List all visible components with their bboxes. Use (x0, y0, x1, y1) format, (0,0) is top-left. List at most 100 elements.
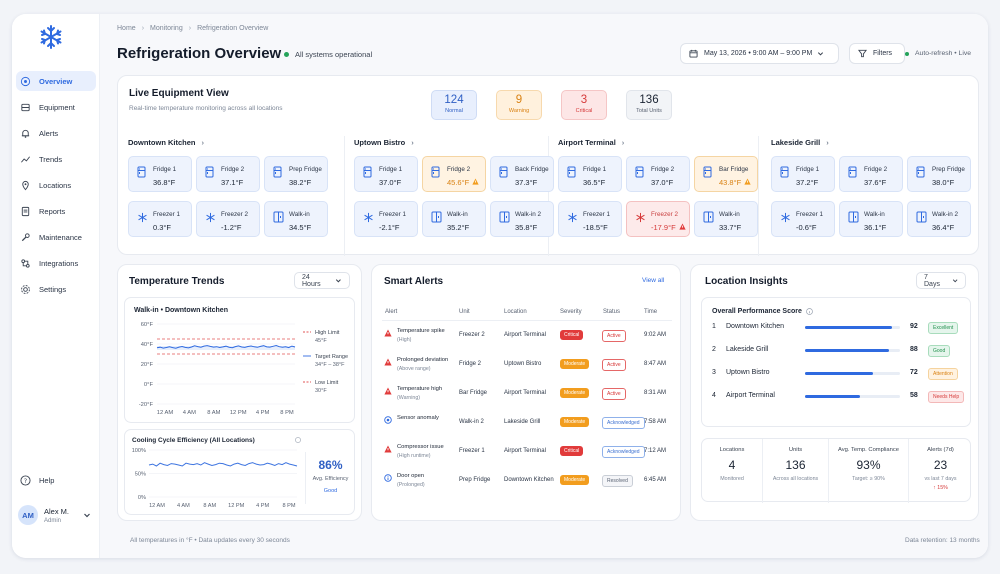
walk-in-icon (916, 210, 927, 228)
alert-row[interactable]: Temperature high (Warning) Bar Fridge Airpo… (382, 383, 672, 411)
alert-unit: Bar Fridge (459, 390, 488, 396)
sidebar-item-reports[interactable]: Reports (16, 201, 96, 221)
performance-row[interactable]: 1 Downtown Kitchen 92 Excellent (712, 322, 959, 337)
x-tick-label: 4 AM (183, 410, 196, 416)
equipment-tile[interactable]: Fridge 2 37.6°F (839, 156, 903, 192)
equipment-tile[interactable]: Walk-in 35.2°F (422, 201, 486, 237)
equipment-icon (21, 103, 30, 111)
location-header[interactable]: Uptown Bistro › (354, 138, 414, 147)
alert-detail: (Warning) (397, 395, 421, 401)
equipment-temp-value: -0.6°F (796, 223, 817, 232)
equipment-temp: 0.3°F (153, 223, 171, 232)
equipment-tile[interactable]: Freezer 2 -17.9°F (626, 201, 690, 237)
sidebar-item-equipment[interactable]: Equipment (16, 97, 96, 117)
alert-title: Temperature high (397, 386, 443, 392)
equipment-name: Walk-in (864, 211, 885, 218)
equipment-temp-value: 36.4°F (932, 223, 955, 232)
fridge-icon (363, 165, 372, 183)
equipment-temp: -0.6°F (796, 223, 817, 232)
temperature-trends-card: Temperature Trends 24 Hours Walk-in • Do… (117, 264, 362, 521)
equipment-tile[interactable]: Walk-in 2 35.8°F (490, 201, 554, 237)
alert-row[interactable]: Compressor issue (High runtime) Freezer 1 A… (382, 441, 672, 469)
equipment-tile[interactable]: Walk-in 36.1°F (839, 201, 903, 237)
equipment-tile[interactable]: Fridge 1 37.2°F (771, 156, 835, 192)
equipment-tile[interactable]: Prep Fridge 38.2°F (264, 156, 328, 192)
alert-row[interactable]: Temperature spike (High) Freezer 2 Airport … (382, 325, 672, 353)
alert-row[interactable]: Sensor anomaly Walk-in 2 Lakeside Grill Mod… (382, 412, 672, 440)
smart-alerts-card: Smart Alerts View all Alert Unit Locatio… (371, 264, 681, 521)
breadcrumb-monitoring[interactable]: Monitoring (150, 25, 183, 32)
summary-delta: ↑ 15% (933, 485, 948, 491)
equipment-tile[interactable]: Fridge 1 36.5°F (558, 156, 622, 192)
equipment-tile[interactable]: Bar Fridge 43.8°F (694, 156, 758, 192)
severity-badge: Moderate (560, 417, 590, 427)
alert-location: Airport Terminal (504, 390, 546, 396)
sidebar-item-settings[interactable]: Settings (16, 279, 96, 299)
fridge-icon (137, 165, 146, 183)
equipment-temp: 38.2°F (289, 178, 311, 187)
bell-icon (21, 129, 30, 138)
sidebar-item-alerts[interactable]: Alerts (16, 123, 96, 143)
user-menu[interactable]: AM Alex M. Admin (16, 500, 96, 530)
sidebar-item-trends[interactable]: Trends (16, 149, 96, 169)
trends-range-select[interactable]: 24 Hours (294, 272, 350, 289)
performance-row[interactable]: 2 Lakeside Grill 88 Good (712, 345, 956, 360)
perf-location-name: Airport Terminal (726, 392, 775, 399)
equipment-name: Freezer 2 (651, 211, 678, 218)
equipment-tile[interactable]: Prep Fridge 38.0°F (907, 156, 971, 192)
filters-button[interactable]: Filters (849, 43, 905, 64)
breadcrumb-home[interactable]: Home (117, 25, 136, 32)
equipment-tile[interactable]: Freezer 1 -2.1°F (354, 201, 418, 237)
performance-row[interactable]: 3 Uptown Bistro 72 Attention (712, 368, 958, 383)
date-range-picker[interactable]: May 13, 2026 • 9:00 AM – 9:00 PM (680, 43, 839, 64)
summary-metric: Locations 4 Monitored (702, 439, 762, 503)
equipment-tile[interactable]: Freezer 1 -18.5°F (558, 201, 622, 237)
equipment-temp-value: 35.8°F (515, 223, 538, 232)
sidebar-item-overview[interactable]: Overview (16, 71, 96, 91)
equipment-tile[interactable]: Freezer 1 0.3°F (128, 201, 192, 237)
summary-sub: Monitored (720, 476, 744, 482)
equipment-tile[interactable]: Fridge 2 37.1°F (196, 156, 260, 192)
walk-in-icon (273, 210, 284, 228)
equipment-tile[interactable]: Fridge 2 37.0°F (626, 156, 690, 192)
footer-retention: Data retention: 13 months (905, 537, 980, 544)
walk-in-icon (431, 210, 442, 228)
auto-refresh[interactable]: Auto-refresh • Live (905, 50, 971, 57)
help-icon: ? (20, 474, 31, 486)
equipment-tile[interactable]: Freezer 1 -0.6°F (771, 201, 835, 237)
sidebar-item-maintenance[interactable]: Maintenance (16, 227, 96, 247)
alert-time: 8:31 AM (644, 390, 667, 396)
fridge-icon (848, 165, 857, 183)
equipment-tile[interactable]: Walk-in 2 36.4°F (907, 201, 971, 237)
equipment-name: Freezer 1 (583, 211, 610, 218)
view-all-link[interactable]: View all (642, 277, 664, 284)
alert-row[interactable]: Prolonged deviation (Above range) Fridge 2… (382, 354, 672, 382)
alert-row[interactable]: Door open (Prolonged) Prep Fridge Downtown … (382, 470, 672, 498)
sidebar-item-integrations[interactable]: Integrations (16, 253, 96, 273)
severity-badge: Moderate (560, 388, 590, 398)
equipment-name: Freezer 2 (221, 211, 248, 218)
equipment-temp-value: -17.9°F (651, 223, 676, 232)
col-time: Time (644, 309, 658, 315)
equipment-tile[interactable]: Fridge 2 45.6°F (422, 156, 486, 192)
equipment-tile[interactable]: Freezer 2 -1.2°F (196, 201, 260, 237)
performance-row[interactable]: 4 Airport Terminal 58 Needs Help (712, 391, 965, 406)
severity-badge: Moderate (560, 359, 590, 369)
insights-range-select[interactable]: 7 Days (916, 272, 966, 289)
y-tick-label: -20°F (139, 402, 154, 408)
equipment-tile[interactable]: Walk-in 33.7°F (694, 201, 758, 237)
sidebar-item-locations[interactable]: Locations (16, 175, 96, 195)
location-header[interactable]: Airport Terminal › (558, 138, 624, 147)
perf-location-name: Uptown Bistro (726, 369, 770, 376)
equipment-tile[interactable]: Fridge 1 37.0°F (354, 156, 418, 192)
equipment-tile[interactable]: Back Fridge 37.3°F (490, 156, 554, 192)
equipment-name: Fridge 1 (379, 166, 403, 173)
location-header[interactable]: Lakeside Grill › (771, 138, 829, 147)
location-header[interactable]: Downtown Kitchen › (128, 138, 204, 147)
alert-title: Temperature spike (397, 328, 445, 334)
equipment-tile[interactable]: Walk-in 34.5°F (264, 201, 328, 237)
help-link[interactable]: ? Help (16, 470, 96, 490)
trend-icon (21, 155, 30, 163)
main-content: Home › Monitoring › Refrigeration Overview… (100, 14, 988, 558)
equipment-tile[interactable]: Fridge 1 36.8°F (128, 156, 192, 192)
